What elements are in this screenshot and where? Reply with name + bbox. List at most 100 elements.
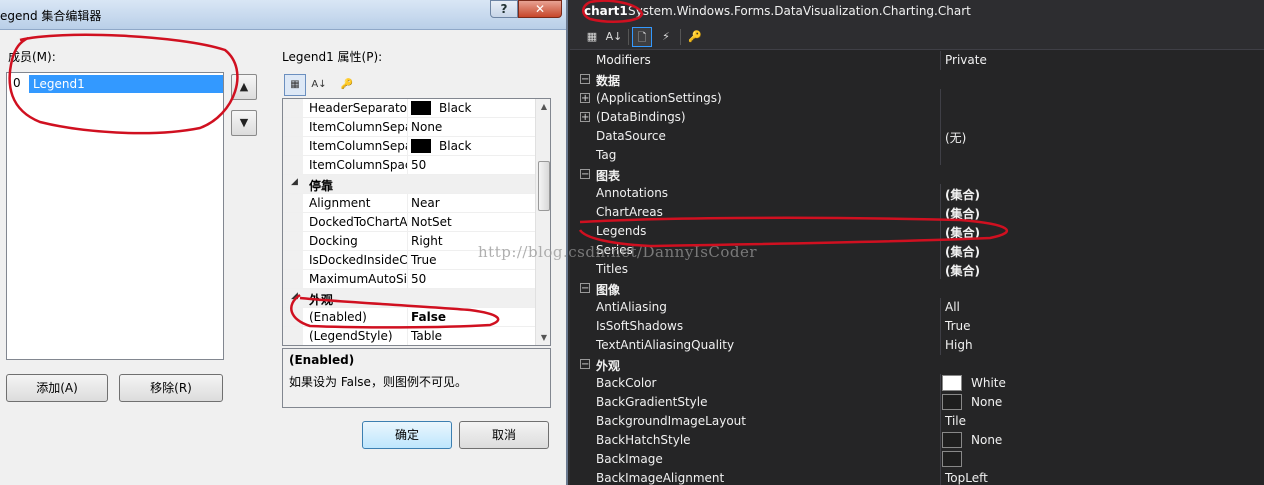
help-button[interactable]: ?: [490, 0, 518, 18]
property-row[interactable]: Tag: [570, 146, 1264, 165]
move-up-button[interactable]: ▲: [231, 74, 257, 100]
property-value[interactable]: Black: [439, 101, 471, 115]
property-pages-icon[interactable]: 🔑: [685, 27, 705, 47]
color-swatch: [942, 375, 962, 391]
property-row[interactable]: (LegendStyle) Table: [283, 327, 535, 345]
close-button[interactable]: ✕: [518, 0, 562, 18]
category-row[interactable]: ◢ 停靠: [283, 175, 535, 194]
property-row[interactable]: BackImageAlignment TopLeft: [570, 469, 1264, 485]
property-name: ChartAreas: [596, 205, 663, 219]
property-value[interactable]: False: [411, 310, 446, 324]
collapse-minus-icon[interactable]: −: [580, 169, 590, 180]
property-row[interactable]: BackHatchStyle None: [570, 431, 1264, 450]
property-value[interactable]: True: [945, 319, 971, 333]
scroll-down-icon[interactable]: ▼: [536, 330, 550, 345]
property-value[interactable]: Tile: [945, 414, 966, 428]
property-value[interactable]: White: [971, 376, 1006, 390]
property-row[interactable]: ItemColumnSepa None: [283, 118, 535, 137]
property-row[interactable]: Annotations (集合): [570, 184, 1264, 203]
property-value[interactable]: True: [411, 253, 437, 267]
property-value[interactable]: Near: [411, 196, 440, 210]
property-pages-icon[interactable]: 🔑: [336, 74, 358, 96]
property-value[interactable]: (集合): [945, 186, 980, 203]
ok-button[interactable]: 确定: [362, 421, 452, 449]
column-divider: [940, 51, 941, 70]
property-row[interactable]: BackColor White: [570, 374, 1264, 393]
property-row[interactable]: HeaderSeparator Black: [283, 99, 535, 118]
property-value[interactable]: (集合): [945, 243, 980, 260]
collapse-minus-icon[interactable]: −: [580, 359, 590, 370]
property-value[interactable]: Black: [439, 139, 471, 153]
vs-property-grid[interactable]: Modifiers Private − 数据 + (ApplicationSettings…: [570, 51, 1264, 485]
property-row[interactable]: IsSoftShadows True: [570, 317, 1264, 336]
property-row[interactable]: TextAntiAliasingQuality High: [570, 336, 1264, 355]
property-row[interactable]: Alignment Near: [283, 194, 535, 213]
property-row[interactable]: DockedToChartA NotSet: [283, 213, 535, 232]
add-button[interactable]: 添加(A): [6, 374, 108, 402]
property-value[interactable]: None: [971, 433, 1002, 447]
category-row[interactable]: − 外观: [570, 355, 1264, 374]
category-row[interactable]: ◢ 外观: [283, 289, 535, 308]
property-row[interactable]: Modifiers Private: [570, 51, 1264, 70]
property-row[interactable]: Titles (集合): [570, 260, 1264, 279]
property-value[interactable]: Private: [945, 53, 987, 67]
members-list[interactable]: 0 Legend1: [6, 72, 224, 360]
expand-plus-icon[interactable]: +: [580, 112, 590, 123]
move-down-button[interactable]: ▼: [231, 110, 257, 136]
property-value[interactable]: (无): [945, 129, 966, 146]
property-value[interactable]: High: [945, 338, 973, 352]
expand-plus-icon[interactable]: +: [580, 93, 590, 104]
collapse-triangle-icon[interactable]: ◢: [291, 177, 298, 187]
events-icon[interactable]: ⚡: [656, 27, 676, 47]
properties-icon[interactable]: 🗋: [632, 27, 652, 47]
property-row[interactable]: ChartAreas (集合): [570, 203, 1264, 222]
categorized-icon[interactable]: ▦: [582, 27, 602, 47]
category-name: 数据: [596, 74, 621, 88]
scroll-up-icon[interactable]: ▲: [536, 99, 550, 115]
alphabetical-icon[interactable]: A↓: [308, 74, 330, 96]
property-row[interactable]: ItemColumnSpac 50: [283, 156, 535, 175]
remove-button[interactable]: 移除(R): [119, 374, 223, 402]
collapse-minus-icon[interactable]: −: [580, 74, 590, 85]
property-value[interactable]: 50: [411, 272, 426, 286]
property-name: BackgroundImageLayout: [596, 414, 746, 428]
category-row[interactable]: − 图像: [570, 279, 1264, 298]
cancel-button[interactable]: 取消: [459, 421, 549, 449]
property-value[interactable]: Right: [411, 234, 443, 248]
category-row[interactable]: − 数据: [570, 70, 1264, 89]
property-row[interactable]: BackImage: [570, 450, 1264, 469]
property-value[interactable]: (集合): [945, 224, 980, 241]
property-value[interactable]: (集合): [945, 262, 980, 279]
collapse-minus-icon[interactable]: −: [580, 283, 590, 294]
property-value[interactable]: None: [971, 395, 1002, 409]
property-row[interactable]: AntiAliasing All: [570, 298, 1264, 317]
property-name: Titles: [596, 262, 628, 276]
alphabetical-icon[interactable]: A↓: [604, 27, 624, 47]
property-value[interactable]: NotSet: [411, 215, 452, 229]
property-row[interactable]: + (DataBindings): [570, 108, 1264, 127]
dialog-title: egend 集合编辑器: [0, 9, 102, 23]
property-value[interactable]: TopLeft: [945, 471, 988, 485]
category-row[interactable]: − 图表: [570, 165, 1264, 184]
categorized-icon[interactable]: ▦: [284, 74, 306, 96]
vertical-scrollbar[interactable]: ▲ ▼: [535, 99, 550, 345]
property-value[interactable]: None: [411, 120, 442, 134]
scroll-thumb[interactable]: [538, 161, 550, 211]
property-row[interactable]: ItemColumnSepa Black: [283, 137, 535, 156]
property-row[interactable]: BackGradientStyle None: [570, 393, 1264, 412]
object-selector[interactable]: chart1 System.Windows.Forms.DataVisualiz…: [570, 0, 1264, 24]
collapse-triangle-icon[interactable]: ◢: [291, 291, 298, 301]
property-row[interactable]: BackgroundImageLayout Tile: [570, 412, 1264, 431]
property-row[interactable]: + (ApplicationSettings): [570, 89, 1264, 108]
property-value[interactable]: All: [945, 300, 960, 314]
property-value[interactable]: (集合): [945, 205, 980, 222]
list-item[interactable]: 0 Legend1: [9, 75, 223, 93]
property-grid[interactable]: HeaderSeparator Black ItemColumnSepa None It…: [282, 98, 551, 346]
property-value[interactable]: Table: [411, 329, 442, 343]
property-row[interactable]: MaximumAutoSiz 50: [283, 270, 535, 289]
property-row[interactable]: DataSource (无): [570, 127, 1264, 146]
property-value[interactable]: 50: [411, 158, 426, 172]
property-row[interactable]: (Enabled) False: [283, 308, 535, 327]
property-row[interactable]: Legends (集合): [570, 222, 1264, 241]
column-divider: [940, 108, 941, 127]
